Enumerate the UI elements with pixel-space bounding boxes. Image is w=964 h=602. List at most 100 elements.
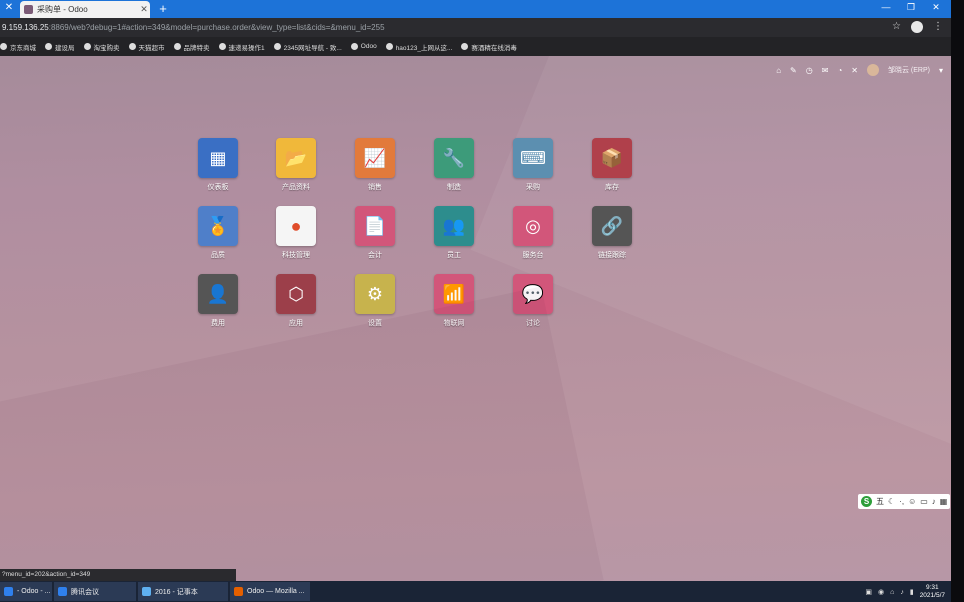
bookmark-icon: [83, 43, 91, 50]
app-tile[interactable]: 🏅 品质: [188, 206, 248, 260]
bookmark-item[interactable]: Odoo: [350, 43, 377, 50]
app-icon[interactable]: 📂: [276, 138, 316, 178]
app-tile[interactable]: 📈 销售: [345, 138, 405, 192]
bookmark-item[interactable]: 速递易操作1: [218, 42, 265, 52]
more-icon[interactable]: ▦: [940, 497, 948, 506]
profile-icon[interactable]: [911, 21, 923, 33]
app-icon[interactable]: ⌨: [513, 138, 553, 178]
tray-app-icon[interactable]: ▣: [865, 588, 872, 596]
edit-icon[interactable]: ✎: [790, 66, 797, 75]
activity-icon[interactable]: ◔: [837, 66, 842, 75]
taskbar-item-label: Odoo — Mozilla ...: [247, 588, 305, 595]
bookmark-label: 速递易操作1: [228, 44, 265, 52]
user-name[interactable]: 邹晓云 (ERP): [888, 65, 930, 75]
emoji-icon[interactable]: ☺: [908, 497, 916, 506]
minimize-icon[interactable]: —: [876, 2, 896, 12]
bookmark-label: 赛酒精在线消毒: [471, 44, 517, 52]
close-icon[interactable]: ✕: [138, 4, 150, 15]
app-icon[interactable]: 🔧: [434, 138, 474, 178]
keyboard-icon[interactable]: ▭: [920, 497, 928, 506]
close-menu-icon[interactable]: ✕: [851, 66, 858, 75]
app-icon[interactable]: 📦: [592, 138, 632, 178]
app-tile[interactable]: ● 科技管理: [266, 206, 326, 260]
bookmark-star-icon[interactable]: ☆: [892, 21, 901, 33]
app-icon[interactable]: 📈: [355, 138, 395, 178]
taskbar-item[interactable]: 腾讯会议: [54, 582, 136, 601]
app-label: 链接跟踪: [598, 252, 626, 259]
ime-mode[interactable]: 五: [876, 496, 884, 507]
app-tile[interactable]: 📶 物联网: [424, 274, 484, 328]
bookmark-item[interactable]: hao123_上网从这...: [385, 42, 453, 52]
taskbar-item[interactable]: Odoo — Mozilla ...: [230, 582, 310, 601]
taskbar-item[interactable]: 2016 - 记事本: [138, 582, 228, 601]
app-icon[interactable]: 🔗: [592, 206, 632, 246]
app-icon[interactable]: ◎: [513, 206, 553, 246]
battery-icon[interactable]: ▮: [910, 588, 914, 596]
app-icon[interactable]: 📄: [355, 206, 395, 246]
bookmark-item[interactable]: 淘宝购卖: [83, 42, 120, 52]
home-icon[interactable]: ⌂: [776, 66, 781, 75]
bookmark-label: 建设局: [55, 44, 75, 52]
tab-title: 采购单 - Odoo: [37, 5, 88, 14]
bookmark-icon: [218, 43, 226, 50]
app-tile[interactable]: 📂 产品资料: [266, 138, 326, 192]
bookmark-item[interactable]: 天猫超市: [128, 42, 165, 52]
app-icon[interactable]: ▦: [198, 138, 238, 178]
url-text[interactable]: 9.159.136.25:8869/web?debug=1#action=349…: [0, 23, 385, 32]
bookmark-label: 京东商城: [10, 44, 36, 52]
browser-tab-active[interactable]: 采购单 - Odoo ✕: [20, 1, 150, 18]
menu-dots-icon[interactable]: ⋮: [933, 21, 943, 33]
app-tile[interactable]: ⌨ 采购: [503, 138, 563, 192]
app-tile[interactable]: 👤 费用: [188, 274, 248, 328]
taskbar-item[interactable]: - Odoo - ...: [0, 582, 52, 601]
app-tile[interactable]: 🔗 链接跟踪: [582, 206, 642, 260]
volume-icon[interactable]: ♪: [900, 589, 904, 596]
bookmark-item[interactable]: 京东商城: [0, 42, 36, 52]
avatar[interactable]: [866, 64, 879, 76]
app-tile[interactable]: ⬡ 应用: [266, 274, 326, 328]
bookmark-item[interactable]: 2345网址导航 - 致...: [273, 42, 342, 52]
app-tile[interactable]: ▦ 仪表板: [188, 138, 248, 192]
window-close-icon[interactable]: ✕: [926, 2, 946, 13]
clock-icon[interactable]: ◷: [806, 66, 813, 75]
app-tile[interactable]: 📄 会计: [345, 206, 405, 260]
app-icon[interactable]: 👤: [198, 274, 238, 314]
network-icon[interactable]: ⌂: [890, 589, 894, 596]
close-tab-icon[interactable]: ✕: [3, 2, 15, 13]
moon-icon[interactable]: ☾: [888, 497, 895, 506]
taskbar-item-label: - Odoo - ...: [17, 588, 51, 595]
app-icon[interactable]: ⬡: [276, 274, 316, 314]
clock[interactable]: 9:31 2021/5/7: [920, 584, 945, 600]
app-tile[interactable]: ◎ 服务台: [503, 206, 563, 260]
app-icon[interactable]: 💬: [513, 274, 553, 314]
app-icon[interactable]: ●: [276, 206, 316, 246]
bookmark-label: 品牌特卖: [183, 44, 210, 52]
app-label: 服务台: [522, 252, 544, 259]
app-icon[interactable]: 👥: [434, 206, 474, 246]
browser-tab-strip: ✕ 采购单 - Odoo ✕ + — ❐ ✕: [0, 0, 951, 18]
chevron-down-icon[interactable]: ▾: [939, 66, 943, 75]
bookmark-item[interactable]: 赛酒精在线消毒: [461, 42, 517, 52]
app-tile[interactable]: ⚙ 设置: [345, 274, 405, 328]
chat-icon[interactable]: ✉: [822, 66, 829, 75]
app-tile[interactable]: 💬 讨论: [503, 274, 563, 328]
app-tile[interactable]: 🔧 制造: [424, 138, 484, 192]
address-bar[interactable]: 9.159.136.25:8869/web?debug=1#action=349…: [0, 18, 951, 37]
ime-toolbar[interactable]: S 五 ☾ ·, ☺ ▭ ♪ ▦: [858, 494, 950, 509]
app-icon[interactable]: 🏅: [198, 206, 238, 246]
punctuation-icon[interactable]: ·,: [899, 497, 904, 506]
sogou-ime-icon[interactable]: S: [861, 496, 872, 507]
mic-icon[interactable]: ♪: [932, 497, 936, 506]
bookmark-item[interactable]: 建设局: [45, 42, 75, 52]
app-tile[interactable]: 👥 员工: [424, 206, 484, 260]
bookmark-icon: [350, 43, 358, 50]
new-tab-icon[interactable]: +: [156, 1, 170, 16]
app-icon[interactable]: 📶: [434, 274, 474, 314]
app-tile[interactable]: 📦 库存: [582, 138, 642, 192]
bookmark-item[interactable]: 品牌特卖: [173, 42, 210, 52]
maximize-icon[interactable]: ❐: [901, 2, 921, 13]
taskbar-item-label: 腾讯会议: [71, 588, 99, 596]
tray-app-icon-2[interactable]: ◉: [878, 588, 884, 596]
app-icon[interactable]: ⚙: [355, 274, 395, 314]
bookmark-label: hao123_上网从这...: [395, 44, 453, 52]
